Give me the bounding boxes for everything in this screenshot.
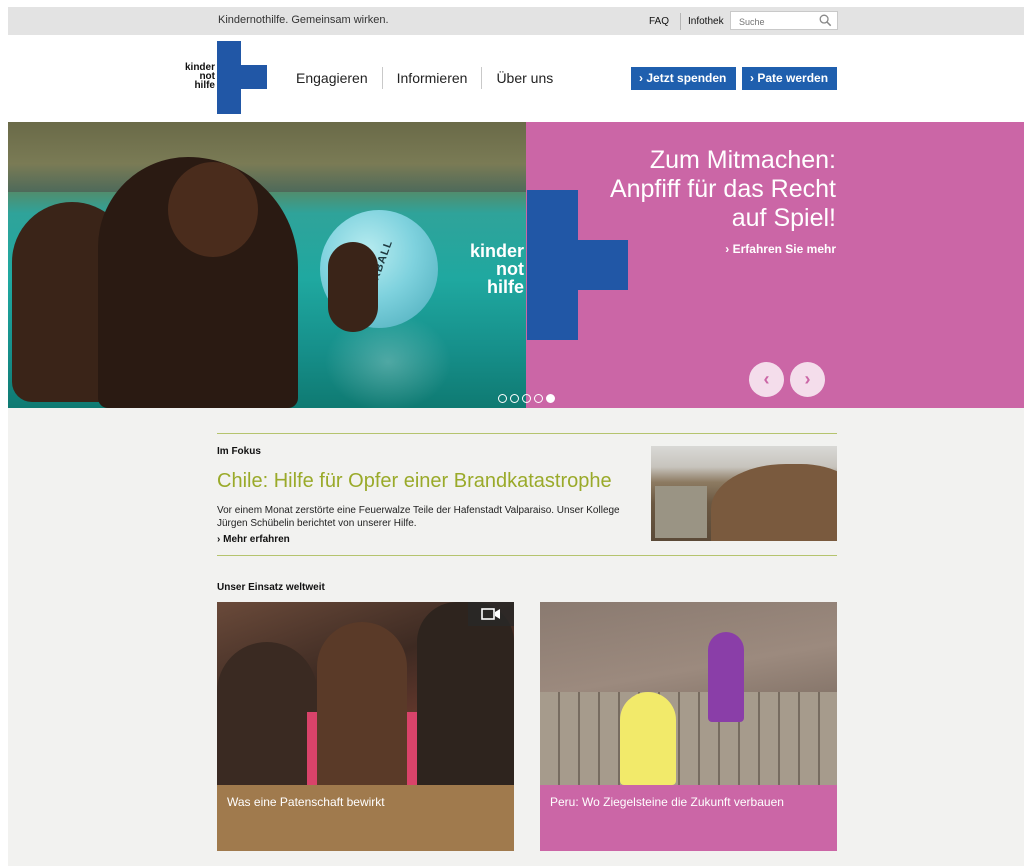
- tagline: Kindernothilfe. Gemeinsam wirken.: [218, 14, 389, 26]
- search-input[interactable]: [731, 13, 815, 31]
- teaser-card[interactable]: Was eine Patenschaft bewirkt: [217, 602, 514, 851]
- chevron-right-icon: ›: [639, 71, 643, 85]
- chevron-left-icon: ‹: [763, 369, 770, 389]
- slider-dot-3[interactable]: [522, 394, 531, 403]
- logo-wordmark: kinder not hilfe: [184, 62, 215, 91]
- hero-slider: VERBALL kinder not hilfe Zum Mitmachen: …: [8, 122, 1024, 408]
- chevron-right-icon: ›: [725, 242, 733, 256]
- slider-next-button[interactable]: ›: [790, 362, 825, 397]
- infothek-link[interactable]: Infothek: [688, 16, 724, 27]
- section-label: Unser Einsatz weltweit: [217, 582, 325, 593]
- nav-item-informieren[interactable]: Informieren: [381, 67, 482, 89]
- teaser-photo: [540, 602, 837, 785]
- logo[interactable]: kinder not hilfe: [178, 41, 268, 114]
- utility-bar: Kindernothilfe. Gemeinsam wirken. FAQ In…: [8, 7, 1024, 35]
- divider: [217, 555, 837, 556]
- nav-item-ueber-uns[interactable]: Über uns: [481, 67, 567, 89]
- focus-title[interactable]: Chile: Hilfe für Opfer einer Brandkatast…: [217, 470, 612, 493]
- teaser-caption: Peru: Wo Ziegelsteine die Zukunft verbau…: [540, 785, 837, 851]
- hero-photo: VERBALL: [8, 122, 526, 408]
- sponsor-button[interactable]: › Pate werden: [742, 67, 837, 90]
- slider-dot-1[interactable]: [498, 394, 507, 403]
- search-icon[interactable]: [819, 14, 832, 27]
- divider: [680, 13, 681, 30]
- focus-more-link[interactable]: › Mehr erfahren: [217, 534, 290, 545]
- focus-text: Vor einem Monat zerstörte eine Feuerwalz…: [217, 505, 620, 529]
- donate-button[interactable]: › Jetzt spenden: [631, 67, 736, 90]
- chevron-right-icon: ›: [750, 71, 754, 85]
- hero-logo: kinder not hilfe: [469, 241, 524, 297]
- focus-image[interactable]: [651, 446, 837, 541]
- donate-button-label: Jetzt spenden: [646, 71, 727, 85]
- hero-cta-link[interactable]: › Erfahren Sie mehr: [608, 242, 836, 256]
- slider-dot-2[interactable]: [510, 394, 519, 403]
- main-nav: Engagieren Informieren Über uns: [296, 67, 567, 89]
- slider-dots: [498, 394, 555, 403]
- logo-cross-horizontal: [217, 65, 267, 89]
- teaser-photo: [217, 602, 514, 792]
- slider-dot-4[interactable]: [534, 394, 543, 403]
- video-camera-icon: [468, 602, 514, 626]
- sponsor-button-label: Pate werden: [757, 71, 829, 85]
- chevron-right-icon: ›: [804, 369, 811, 389]
- search-box: [730, 11, 838, 31]
- focus-label: Im Fokus: [217, 446, 261, 457]
- slider-prev-button[interactable]: ‹: [749, 362, 784, 397]
- teaser-card[interactable]: Peru: Wo Ziegelsteine die Zukunft verbau…: [540, 602, 837, 851]
- nav-item-engagieren[interactable]: Engagieren: [296, 67, 382, 89]
- hero-headline: Zum Mitmachen: Anpfiff für das Recht auf…: [609, 146, 836, 232]
- slider-dot-5[interactable]: [546, 394, 555, 403]
- teaser-caption: Was eine Patenschaft bewirkt: [217, 785, 514, 851]
- faq-link[interactable]: FAQ: [649, 16, 669, 27]
- divider: [217, 433, 837, 434]
